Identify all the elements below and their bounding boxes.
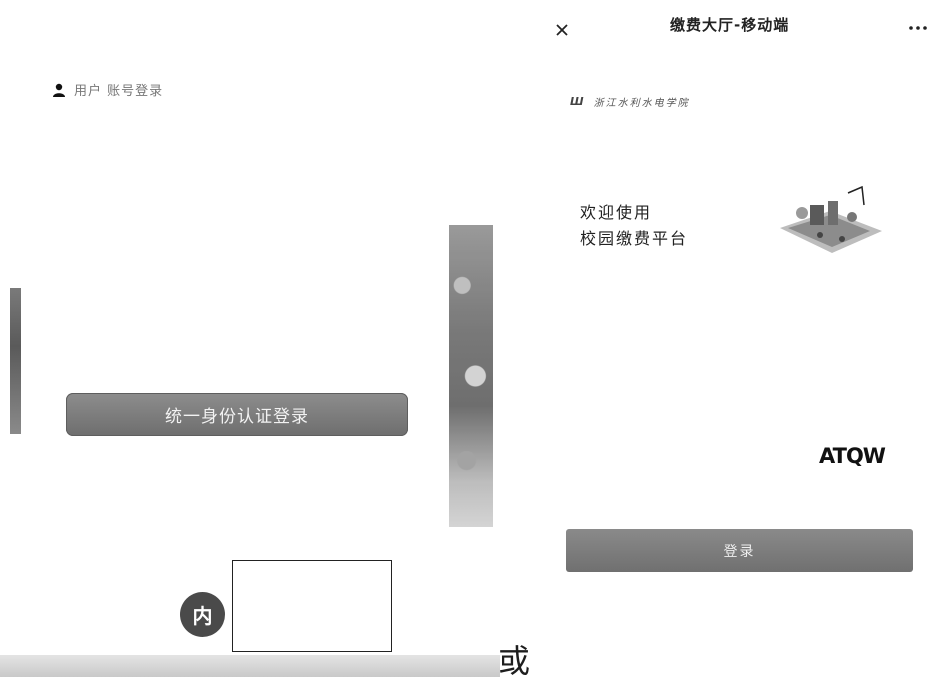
- left-login-panel: 用户 账号登录 统一身份认证登录 内: [0, 0, 500, 677]
- welcome-line-2: 校园缴费平台: [580, 229, 689, 248]
- more-icon: [909, 26, 927, 30]
- payment-illustration: [780, 185, 882, 253]
- bottom-shade: [0, 655, 500, 677]
- background-image-strip: [10, 288, 21, 434]
- user-icon: [53, 83, 65, 97]
- background-forest-image: [449, 225, 493, 527]
- school-logo-icon: Ш: [570, 95, 586, 108]
- user-login-text: 用户 账号登录: [74, 84, 164, 99]
- nei-badge: 内: [180, 592, 225, 637]
- school-header: Ш 浙江水利水电学院: [570, 94, 690, 109]
- or-separator: 或: [498, 642, 531, 680]
- nav-title: 缴费大厅-移动端: [670, 16, 790, 34]
- user-login-label: 用户 账号登录: [52, 80, 163, 99]
- school-name: 浙江水利水电学院: [593, 98, 690, 109]
- welcome-line-1: 欢迎使用: [580, 203, 653, 222]
- close-button[interactable]: [548, 16, 576, 44]
- welcome-text: 欢迎使用 校园缴费平台: [580, 200, 688, 252]
- login-button[interactable]: 登录: [566, 529, 913, 572]
- empty-box: [232, 560, 392, 652]
- sso-login-button[interactable]: 统一身份认证登录: [66, 393, 408, 436]
- close-icon: [556, 24, 568, 36]
- mobile-login-panel: 缴费大厅-移动端 Ш 浙江水利水电学院 欢迎使用 校园缴费平台 ATQW 登录: [540, 0, 928, 677]
- captcha-code[interactable]: ATQW: [819, 444, 886, 468]
- more-button[interactable]: [907, 20, 928, 36]
